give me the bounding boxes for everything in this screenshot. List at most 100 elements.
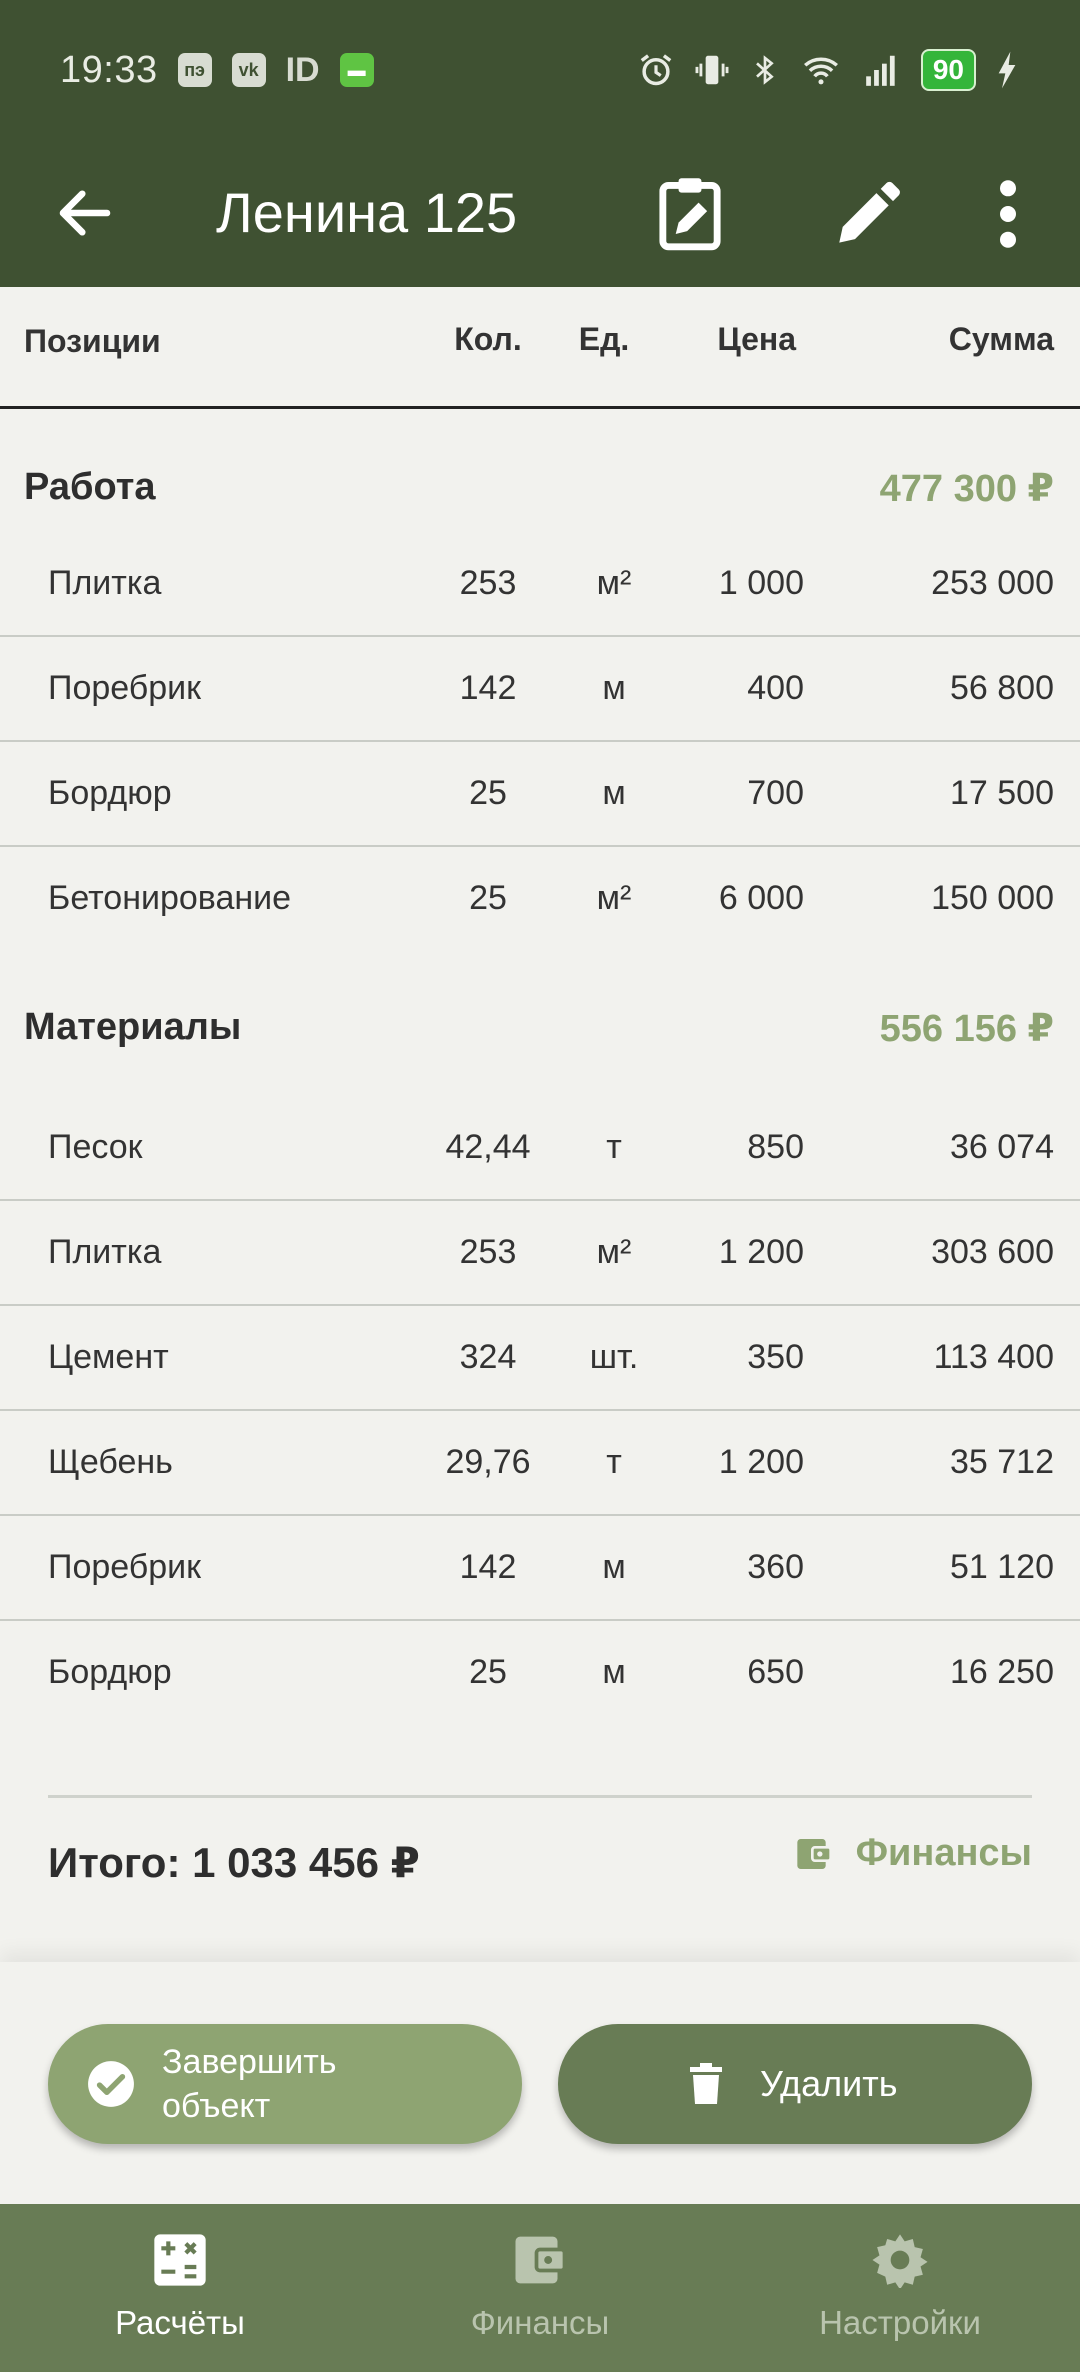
row-name: Цемент [48, 1338, 169, 1376]
status-time: 19:33 [60, 48, 158, 91]
nav-finances[interactable]: Финансы [360, 2204, 720, 2372]
row-name: Песок [48, 1128, 143, 1166]
row-qty: 142 [459, 1548, 517, 1586]
col-price: Цена [717, 321, 796, 357]
wifi-icon [803, 57, 838, 85]
row-price: 1 200 [718, 1233, 804, 1271]
signal-icon [866, 55, 895, 86]
row-price: 850 [747, 1128, 804, 1166]
check-circle-icon [88, 2061, 134, 2107]
id-icon: ID [285, 50, 320, 89]
table-row[interactable]: Бетонирование 25 м² 6 000 150 000 [0, 847, 1080, 952]
row-qty: 29,76 [445, 1443, 531, 1481]
section-title-materials: Материалы [24, 1006, 242, 1048]
row-name: Бордюр [48, 774, 172, 812]
row-qty: 42,44 [445, 1128, 531, 1166]
row-sum: 16 250 [950, 1653, 1054, 1691]
wallet-icon [515, 2236, 567, 2284]
row-qty: 253 [459, 1233, 517, 1271]
row-sum: 17 500 [950, 774, 1054, 812]
app-bar: Ленина 125 [0, 140, 1080, 287]
vk-icon: vk [231, 53, 266, 87]
alarm-icon [640, 54, 672, 86]
table-row[interactable]: Щебень 29,76 т 1 200 35 712 [0, 1411, 1080, 1516]
nav-calculations[interactable]: Расчёты [0, 2204, 360, 2372]
row-name: Поребрик [48, 669, 202, 707]
row-price: 1 200 [718, 1443, 804, 1481]
row-sum: 113 400 [933, 1338, 1054, 1376]
col-sum: Сумма [948, 321, 1054, 357]
row-qty: 253 [459, 564, 517, 602]
nav-calculations-label: Расчёты [115, 2304, 245, 2341]
row-price: 6 000 [718, 879, 804, 917]
delete-label: Удалить [760, 2063, 898, 2104]
complete-object-label: Завершить объект [162, 2043, 337, 2125]
battery-icon: 90 [920, 49, 976, 91]
delete-button[interactable]: Удалить [558, 2024, 1032, 2144]
row-name: Плитка [48, 564, 162, 602]
col-qty: Кол. [454, 321, 522, 357]
row-qty: 25 [469, 879, 507, 917]
table-row[interactable]: Поребрик 142 м 400 56 800 [0, 637, 1080, 742]
finance-link-label: Финансы [855, 1832, 1032, 1874]
row-name: Бетонирование [48, 879, 292, 917]
table-row[interactable]: Плитка 253 м² 1 200 303 600 [0, 1201, 1080, 1306]
row-sum: 35 712 [950, 1443, 1054, 1481]
row-sum: 303 600 [931, 1233, 1054, 1271]
row-sum: 36 074 [950, 1128, 1054, 1166]
row-name: Плитка [48, 1233, 162, 1271]
row-price: 350 [747, 1338, 804, 1376]
table-row[interactable]: Плитка 253 м² 1 000 253 000 [0, 532, 1080, 637]
message-icon: ▬ [339, 53, 374, 87]
col-name: Позиции [24, 323, 161, 359]
calculator-icon [154, 2234, 206, 2286]
row-price: 650 [747, 1653, 804, 1691]
table-row[interactable]: Бордюр 25 м 650 16 250 [0, 1621, 1080, 1726]
row-qty: 25 [469, 1653, 507, 1691]
row-qty: 324 [459, 1338, 517, 1376]
more-vert-icon[interactable] [990, 174, 1026, 254]
gear-icon [872, 2234, 928, 2288]
pe-icon: пэ [177, 53, 212, 87]
status-bar: 19:33 пэ vk ID ▬ 90 [0, 0, 1080, 140]
wallet-icon [796, 1838, 832, 1869]
section-title-work: Работа [24, 466, 156, 508]
bluetooth-icon [755, 55, 774, 85]
back-arrow-icon[interactable] [52, 180, 118, 246]
nav-finances-label: Финансы [470, 2304, 610, 2341]
complete-object-button[interactable]: Завершить объект [48, 2024, 522, 2144]
page-title: Ленина 125 [216, 181, 518, 244]
row-name: Щебень [48, 1443, 173, 1481]
row-price: 1 000 [718, 564, 804, 602]
trash-icon [690, 2063, 722, 2104]
row-sum: 253 000 [931, 564, 1054, 602]
nav-settings[interactable]: Настройки [720, 2204, 1080, 2372]
section-total-materials: 556 156 ₽ [879, 1008, 1054, 1050]
row-price: 360 [747, 1548, 804, 1586]
section-total-work: 477 300 ₽ [879, 468, 1054, 510]
table-header: Позиции Кол. Ед. Цена Сумма [0, 287, 1080, 409]
row-qty: 25 [469, 774, 507, 812]
table-row[interactable]: Цемент 324 шт. 350 113 400 [0, 1306, 1080, 1411]
finance-link[interactable]: Финансы [794, 1832, 1032, 1875]
total-divider [48, 1795, 1032, 1798]
vibrate-icon [695, 55, 729, 85]
table-row[interactable]: Бордюр 25 м 700 17 500 [0, 742, 1080, 847]
actions-panel: Завершить объект Удалить [0, 1962, 1080, 2204]
charging-icon [998, 51, 1016, 89]
grand-total: Итого: 1 033 456 ₽ [48, 1839, 420, 1886]
row-price: 400 [747, 669, 804, 707]
row-qty: 142 [459, 669, 517, 707]
nav-settings-label: Настройки [819, 2304, 981, 2341]
row-sum: 56 800 [950, 669, 1054, 707]
row-price: 700 [747, 774, 804, 812]
row-sum: 150 000 [931, 879, 1054, 917]
clipboard-edit-icon[interactable] [655, 174, 725, 254]
row-name: Бордюр [48, 1653, 172, 1691]
table-row[interactable]: Поребрик 142 м 360 51 120 [0, 1516, 1080, 1621]
pencil-icon[interactable] [830, 174, 900, 254]
row-name: Поребрик [48, 1548, 202, 1586]
bottom-nav: Расчёты Финансы Настройки [0, 2204, 1080, 2372]
table-row[interactable]: Песок 42,44 т 850 36 074 [0, 1096, 1080, 1201]
row-sum: 51 120 [950, 1548, 1054, 1586]
